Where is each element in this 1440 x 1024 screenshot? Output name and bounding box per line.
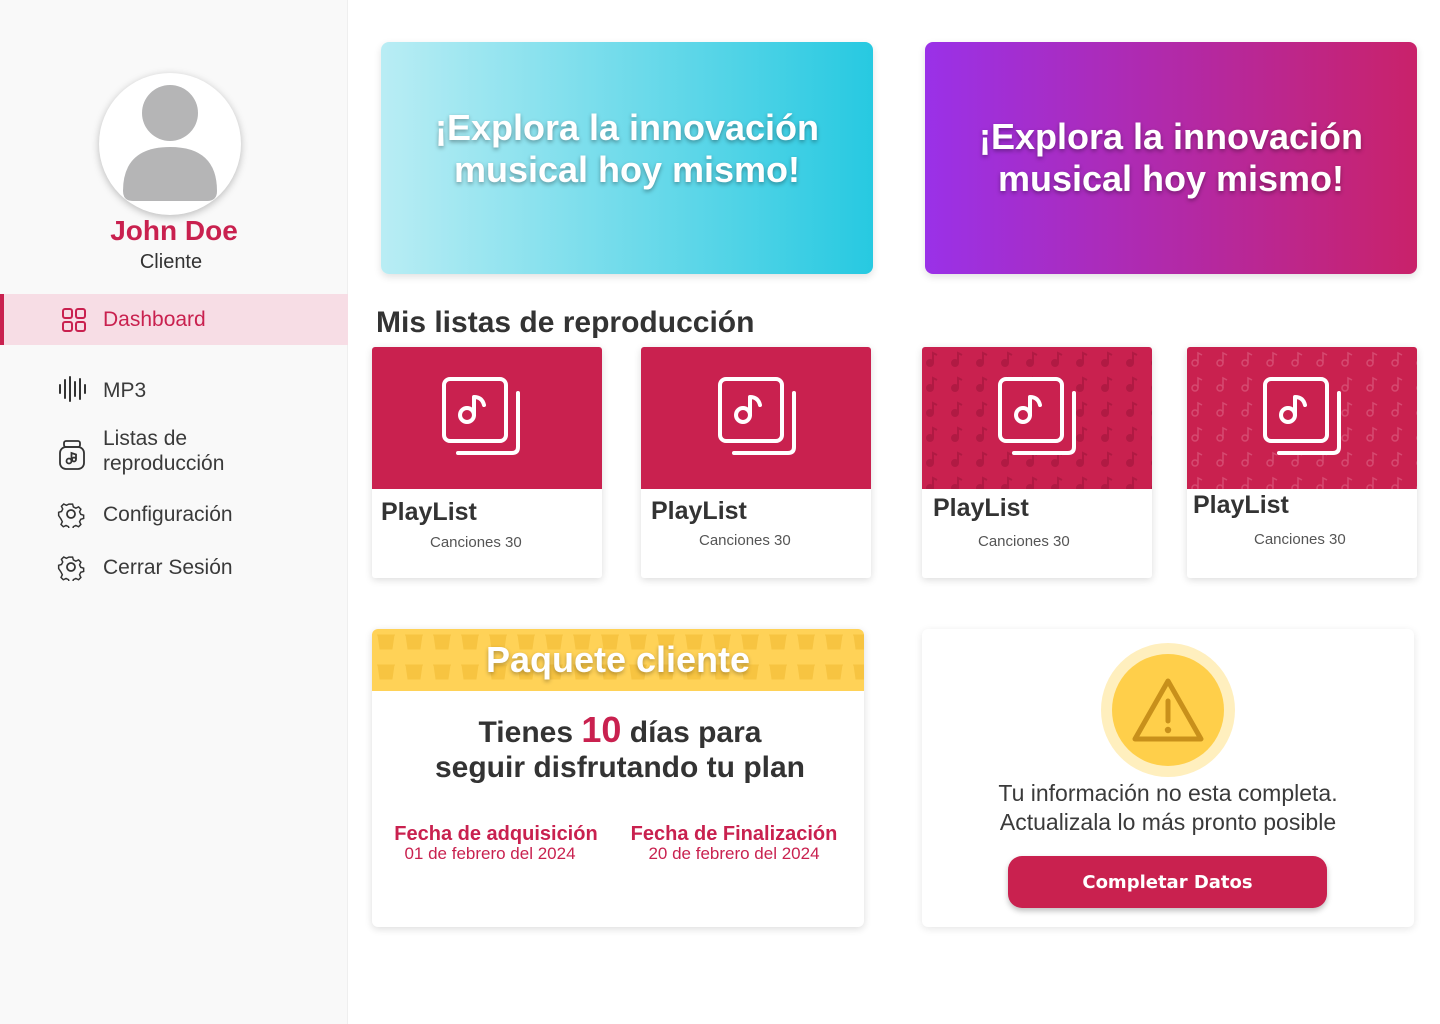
playlist-title: PlayList — [1193, 491, 1289, 519]
section-title: Mis listas de reproducción — [376, 306, 755, 339]
sidebar: John Doe Cliente Dashboard MP3 Listas de… — [0, 0, 348, 1024]
playlist-title: PlayList — [381, 498, 477, 526]
sidebar-item-label: Configuración — [103, 503, 233, 526]
package-text: Tienes — [478, 716, 582, 749]
playlist-cover — [1187, 347, 1417, 489]
playlist-title: PlayList — [651, 497, 747, 525]
user-silhouette-icon — [123, 85, 217, 201]
playlist-card[interactable]: PlayList Canciones 30 — [1187, 347, 1417, 578]
playlist-count: Canciones 30 — [699, 532, 791, 549]
playlist-card[interactable]: PlayList Canciones 30 — [641, 347, 871, 578]
package-text: días para — [621, 716, 762, 749]
profile-warning-card: Tu información no esta completa. Actuali… — [922, 629, 1414, 927]
playlist-count: Canciones 30 — [430, 534, 522, 551]
sidebar-item-label: Cerrar Sesión — [103, 556, 233, 579]
user-name: John Doe — [110, 215, 238, 246]
playlist-card[interactable]: PlayList Canciones 30 — [372, 347, 602, 578]
package-card: Paquete cliente Tienes 10 días para segu… — [372, 629, 864, 927]
avatar[interactable] — [99, 73, 241, 215]
playlist-cover — [641, 347, 871, 489]
warning-line: Tu información no esta completa. — [998, 780, 1338, 806]
playlist-cover — [922, 347, 1152, 489]
playlist-count: Canciones 30 — [978, 533, 1070, 550]
acquisition-date-label: Fecha de adquisición — [394, 823, 598, 845]
sidebar-item-mp3[interactable]: MP3 — [0, 372, 348, 406]
gear-icon — [57, 553, 87, 584]
promo-banner[interactable]: ¡Explora la innovación musical hoy mismo… — [381, 42, 873, 274]
music-jar-icon — [57, 439, 87, 470]
warning-line: Actualizala lo más pronto posible — [999, 809, 1337, 835]
sidebar-item-dashboard[interactable]: Dashboard — [0, 294, 348, 345]
playlist-card[interactable]: PlayList Canciones 30 — [922, 347, 1152, 578]
music-album-icon — [998, 377, 1076, 455]
sidebar-item-settings[interactable]: Configuración — [0, 499, 348, 531]
music-album-icon — [442, 377, 520, 455]
banner-text-line: musical hoy mismo! — [997, 158, 1345, 199]
warning-icon — [1101, 643, 1235, 777]
complete-data-button[interactable]: Completar Datos — [1008, 856, 1327, 908]
playlist-cover — [372, 347, 602, 489]
sidebar-item-label: Dashboard — [103, 308, 206, 331]
music-album-icon — [1263, 377, 1341, 455]
acquisition-date-value: 01 de febrero del 2024 — [404, 844, 576, 863]
gear-icon — [57, 500, 87, 531]
user-role: Cliente — [139, 251, 203, 273]
warning-message: Tu información no esta completa. Actuali… — [922, 779, 1414, 837]
end-date-label: Fecha de Finalización — [630, 823, 838, 845]
promo-banner[interactable]: ¡Explora la innovación musical hoy mismo… — [925, 42, 1417, 274]
package-remaining-text: Tienes 10 días para — [372, 709, 864, 751]
playlist-title: PlayList — [933, 494, 1029, 522]
sidebar-item-label: Listas de reproducción — [103, 427, 225, 475]
banner-text-line: musical hoy mismo! — [453, 149, 801, 190]
banner-text-line: ¡Explora la innovación — [978, 116, 1364, 157]
sidebar-item-logout[interactable]: Cerrar Sesión — [0, 552, 348, 584]
grid-icon — [61, 307, 91, 337]
end-date-value: 20 de febrero del 2024 — [648, 844, 820, 863]
sidebar-item-label: MP3 — [103, 379, 147, 402]
audio-wave-icon — [57, 374, 87, 404]
banner-text-line: ¡Explora la innovación — [434, 107, 820, 148]
sidebar-item-playlists[interactable]: Listas de reproducción — [0, 425, 348, 477]
playlist-count: Canciones 30 — [1254, 531, 1346, 548]
package-remaining-text: seguir disfrutando tu plan — [434, 751, 805, 784]
package-title: Paquete cliente — [485, 639, 751, 680]
package-days: 10 — [581, 709, 622, 750]
music-album-icon — [718, 377, 796, 455]
